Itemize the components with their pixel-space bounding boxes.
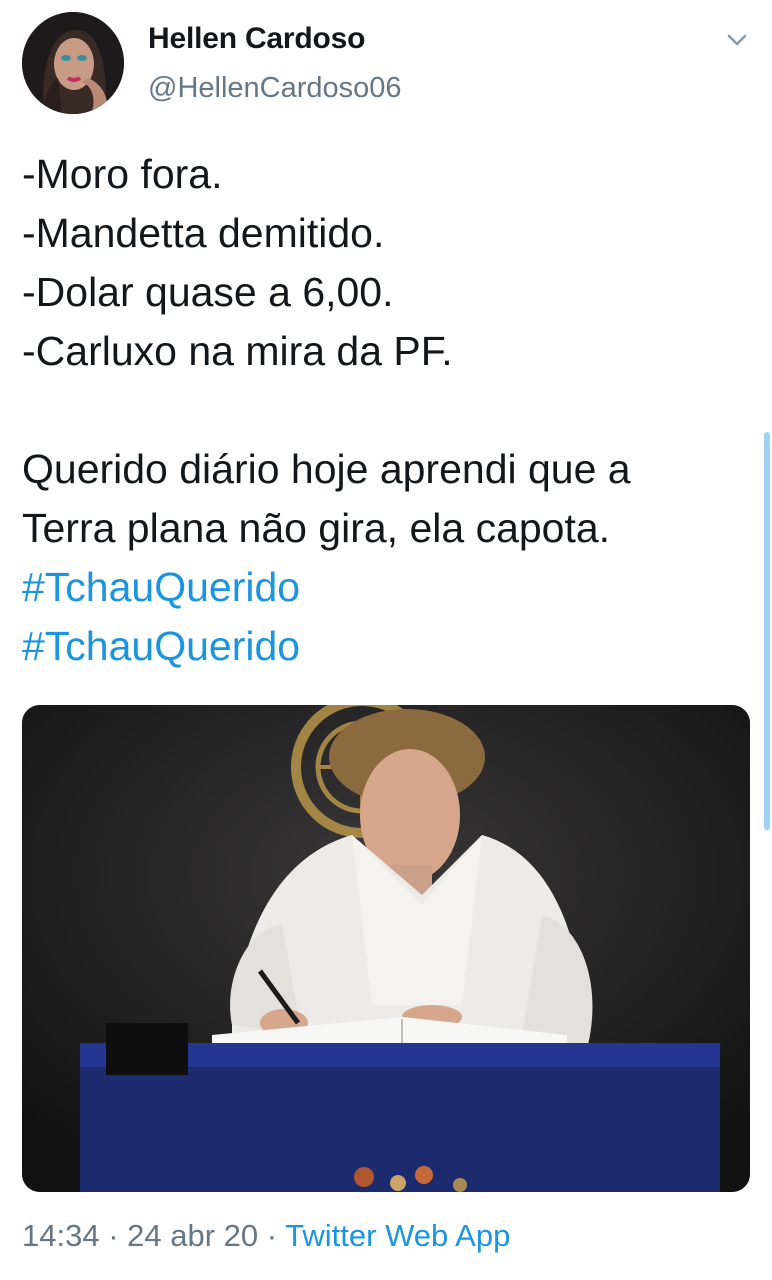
meta-separator: · [266,1218,278,1253]
chevron-down-icon[interactable] [722,28,752,52]
tweet-source-link[interactable]: Twitter Web App [285,1218,510,1253]
tweet-photo[interactable] [22,705,750,1192]
tweet-line: -Moro fora. [22,151,223,197]
tweet-date[interactable]: 24 abr 20 [127,1218,258,1253]
tweet-time[interactable]: 14:34 [22,1218,100,1253]
tweet-line: -Dolar quase a 6,00. [22,269,394,315]
tweet-line: -Mandetta demitido. [22,210,385,256]
tweet-line: Terra plana não gira, ela capota. [22,505,611,551]
tweet-card: Hellen Cardoso @HellenCardoso06 -Moro fo… [0,0,772,1280]
avatar[interactable] [22,12,124,114]
tweet-text: -Moro fora. -Mandetta demitido. -Dolar q… [22,145,752,676]
user-handle[interactable]: @HellenCardoso06 [148,72,402,105]
display-name[interactable]: Hellen Cardoso [148,22,365,56]
tweet-meta: 14:34 · 24 abr 20 · Twitter Web App [22,1218,510,1254]
meta-separator: · [108,1218,119,1253]
scrollbar[interactable] [764,432,770,830]
hashtag-link[interactable]: #TchauQuerido [22,558,752,617]
hashtag-link[interactable]: #TchauQuerido [22,617,752,676]
tweet-line: -Carluxo na mira da PF. [22,328,453,374]
tweet-line: Querido diário hoje aprendi que a [22,446,631,492]
